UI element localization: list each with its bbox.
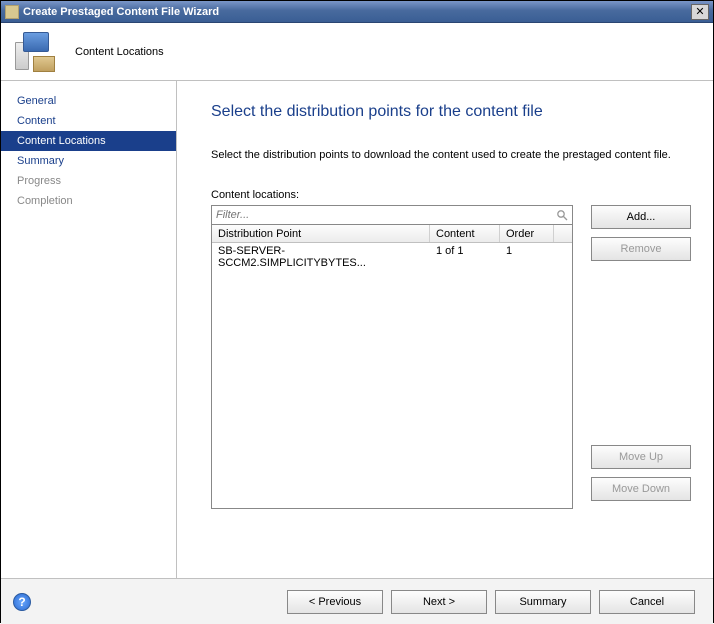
cancel-button[interactable]: Cancel xyxy=(599,590,695,614)
col-order[interactable]: Order xyxy=(500,225,554,242)
col-spacer xyxy=(554,225,572,242)
wizard-steps-sidebar: General Content Content Locations Summar… xyxy=(1,81,177,578)
cell-order: 1 xyxy=(500,245,554,269)
app-icon xyxy=(5,5,19,19)
cell-dp: SB-SERVER-SCCM2.SIMPLICITYBYTES... xyxy=(212,245,430,269)
table-row[interactable]: SB-SERVER-SCCM2.SIMPLICITYBYTES... 1 of … xyxy=(212,243,572,271)
cell-content: 1 of 1 xyxy=(430,245,500,269)
list-header: Distribution Point Content Order xyxy=(212,225,572,243)
content-locations-list[interactable]: Distribution Point Content Order SB-SERV… xyxy=(211,225,573,509)
page-title: Select the distribution points for the c… xyxy=(211,103,691,121)
next-button[interactable]: Next > xyxy=(391,590,487,614)
sidebar-item-summary[interactable]: Summary xyxy=(1,151,176,171)
add-button[interactable]: Add... xyxy=(591,205,691,229)
wizard-header: Content Locations xyxy=(1,23,713,81)
sidebar-item-progress: Progress xyxy=(1,171,176,191)
move-up-button: Move Up xyxy=(591,445,691,469)
titlebar: Create Prestaged Content File Wizard ✕ xyxy=(1,1,713,23)
col-content[interactable]: Content xyxy=(430,225,500,242)
instruction-text: Select the distribution points to downlo… xyxy=(211,149,691,161)
col-distribution-point[interactable]: Distribution Point xyxy=(212,225,430,242)
summary-button[interactable]: Summary xyxy=(495,590,591,614)
sidebar-item-content-locations[interactable]: Content Locations xyxy=(1,131,176,151)
filter-input[interactable] xyxy=(211,205,573,225)
main-panel: Select the distribution points for the c… xyxy=(177,81,713,578)
sidebar-item-completion: Completion xyxy=(1,191,176,211)
wizard-footer: ? < Previous Next > Summary Cancel xyxy=(1,578,713,624)
remove-button: Remove xyxy=(591,237,691,261)
list-label: Content locations: xyxy=(211,189,691,201)
search-icon xyxy=(555,208,569,222)
help-icon[interactable]: ? xyxy=(13,593,31,611)
close-button[interactable]: ✕ xyxy=(691,4,709,20)
move-down-button: Move Down xyxy=(591,477,691,501)
window-title: Create Prestaged Content File Wizard xyxy=(23,6,691,18)
wizard-header-label: Content Locations xyxy=(75,46,164,58)
sidebar-item-general[interactable]: General xyxy=(1,91,176,111)
wizard-icon xyxy=(15,32,55,72)
previous-button[interactable]: < Previous xyxy=(287,590,383,614)
sidebar-item-content[interactable]: Content xyxy=(1,111,176,131)
